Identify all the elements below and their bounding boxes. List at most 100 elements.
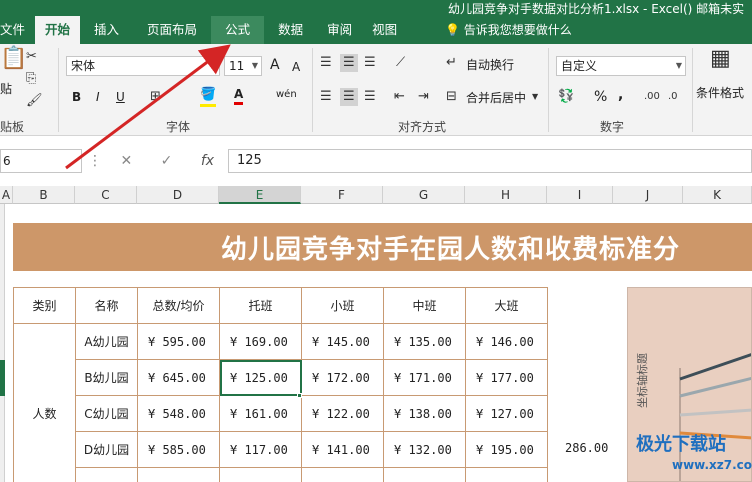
value-cell[interactable] bbox=[301, 467, 384, 482]
chevron-down-icon[interactable]: ▼ bbox=[532, 88, 538, 106]
column-header-c[interactable]: C bbox=[75, 186, 137, 204]
title-banner[interactable]: 幼儿园竞争对手在园人数和收费标准分 bbox=[13, 223, 752, 271]
tab-page-layout[interactable]: 页面布局 bbox=[133, 16, 211, 44]
value-cell[interactable]: ¥ 117.00 bbox=[219, 431, 302, 468]
active-cell[interactable]: ¥ 125.00 bbox=[219, 359, 302, 396]
value-cell[interactable]: ¥ 169.00 bbox=[219, 323, 302, 360]
wrap-text-icon[interactable]: ↵ bbox=[446, 54, 457, 72]
percent-button[interactable]: % bbox=[594, 88, 607, 106]
fill-handle[interactable] bbox=[297, 393, 302, 398]
align-center-icon[interactable]: ☰ bbox=[340, 88, 358, 106]
phonetic-button[interactable]: wén bbox=[276, 86, 297, 104]
merge-center-button[interactable]: 合并后居中 bbox=[466, 89, 526, 107]
name-box[interactable]: 6 bbox=[0, 149, 82, 173]
value-cell[interactable]: ¥ 645.00 bbox=[137, 359, 220, 396]
value-cell[interactable]: ¥ 146.00 bbox=[465, 323, 548, 360]
name-cell[interactable]: A幼儿园 bbox=[75, 323, 138, 360]
paste-label[interactable]: 贴 bbox=[0, 80, 12, 98]
value-cell[interactable] bbox=[137, 467, 220, 482]
column-header-k[interactable]: K bbox=[683, 186, 752, 204]
cell-i-value[interactable]: 286.00 bbox=[565, 441, 608, 455]
bold-button[interactable]: B bbox=[72, 88, 81, 106]
value-cell[interactable] bbox=[383, 467, 466, 482]
column-header-f[interactable]: F bbox=[301, 186, 383, 204]
number-format-select[interactable]: 自定义 ▼ bbox=[556, 56, 686, 76]
italic-button[interactable]: I bbox=[96, 88, 100, 106]
value-cell[interactable]: ¥ 595.00 bbox=[137, 323, 220, 360]
header-cell[interactable]: 中班 bbox=[383, 287, 466, 324]
value-cell[interactable]: ¥ 145.00 bbox=[301, 323, 384, 360]
header-cell[interactable]: 托班 bbox=[219, 287, 302, 324]
cancel-icon[interactable]: ✕ bbox=[120, 153, 132, 169]
column-header-a[interactable]: A bbox=[0, 186, 13, 204]
align-bottom-icon[interactable]: ☰ bbox=[364, 54, 376, 72]
value-cell[interactable]: ¥ 195.00 bbox=[465, 431, 548, 468]
category-cell[interactable]: 人数 bbox=[13, 323, 76, 482]
name-cell[interactable]: B幼儿园 bbox=[75, 359, 138, 396]
name-cell[interactable]: C幼儿园 bbox=[75, 395, 138, 432]
tab-home[interactable]: 开始 bbox=[35, 16, 81, 44]
grow-font-button[interactable]: A bbox=[270, 56, 280, 74]
align-top-icon[interactable]: ☰ bbox=[320, 54, 332, 72]
increase-indent-icon[interactable]: ⇥ bbox=[418, 88, 429, 106]
font-name-select[interactable]: 宋体 ▼ bbox=[66, 56, 220, 76]
column-header-g[interactable]: G bbox=[383, 186, 465, 204]
name-cell[interactable] bbox=[75, 467, 138, 482]
header-cell[interactable]: 类别 bbox=[13, 287, 76, 324]
conditional-format-icon[interactable]: ▦ bbox=[710, 48, 731, 70]
border-icon[interactable]: ⊞ bbox=[150, 88, 161, 106]
underline-button[interactable]: U bbox=[116, 88, 125, 106]
formula-input[interactable]: 125 bbox=[228, 149, 752, 173]
increase-decimal-icon[interactable]: .00 bbox=[644, 88, 660, 106]
format-painter-icon[interactable]: 🖌 bbox=[26, 92, 43, 110]
value-cell[interactable]: ¥ 135.00 bbox=[383, 323, 466, 360]
column-header-e[interactable]: E bbox=[219, 186, 301, 204]
align-right-icon[interactable]: ☰ bbox=[364, 88, 376, 106]
wrap-text-button[interactable]: 自动换行 bbox=[466, 56, 514, 74]
value-cell[interactable]: ¥ 585.00 bbox=[137, 431, 220, 468]
chart-axis-title[interactable]: 坐标轴标题 bbox=[634, 353, 650, 408]
value-cell[interactable]: ¥ 171.00 bbox=[383, 359, 466, 396]
header-cell[interactable]: 大班 bbox=[465, 287, 548, 324]
value-cell[interactable]: ¥ 138.00 bbox=[383, 395, 466, 432]
column-header-d[interactable]: D bbox=[137, 186, 219, 204]
shrink-font-button[interactable]: A bbox=[292, 58, 300, 76]
copy-icon[interactable]: ⎘ bbox=[26, 70, 36, 88]
value-cell[interactable]: ¥ 548.00 bbox=[137, 395, 220, 432]
column-header-i[interactable]: I bbox=[547, 186, 613, 204]
enter-icon[interactable]: ✓ bbox=[161, 153, 173, 169]
value-cell[interactable]: ¥ 127.00 bbox=[465, 395, 548, 432]
value-cell[interactable] bbox=[465, 467, 548, 482]
insert-function-icon[interactable]: fx bbox=[201, 153, 214, 169]
font-color-button[interactable]: A bbox=[234, 86, 244, 105]
column-header-j[interactable]: J bbox=[613, 186, 683, 204]
font-size-select[interactable]: 11 ▼ bbox=[224, 56, 262, 76]
comma-button[interactable]: , bbox=[618, 86, 623, 104]
align-middle-icon[interactable]: ☰ bbox=[340, 54, 358, 72]
header-cell[interactable]: 总数/均价 bbox=[137, 287, 220, 324]
tab-file[interactable]: 文件 bbox=[0, 16, 35, 44]
tab-view[interactable]: 视图 bbox=[362, 16, 407, 44]
align-left-icon[interactable]: ☰ bbox=[320, 88, 332, 106]
value-cell[interactable]: ¥ 177.00 bbox=[465, 359, 548, 396]
value-cell[interactable]: ¥ 172.00 bbox=[301, 359, 384, 396]
header-cell[interactable]: 小班 bbox=[301, 287, 384, 324]
merge-center-icon[interactable]: ⊟ bbox=[446, 88, 457, 106]
tell-me-box[interactable]: 💡 告诉我您想要做什么 bbox=[445, 16, 572, 44]
value-cell[interactable]: ¥ 161.00 bbox=[219, 395, 302, 432]
tab-data[interactable]: 数据 bbox=[264, 16, 317, 44]
paste-icon[interactable]: 📋 bbox=[0, 48, 27, 70]
currency-icon[interactable]: 💱 bbox=[558, 88, 574, 106]
value-cell[interactable]: ¥ 132.00 bbox=[383, 431, 466, 468]
cut-icon[interactable]: ✂ bbox=[26, 48, 37, 66]
value-cell[interactable]: ¥ 122.00 bbox=[301, 395, 384, 432]
column-header-h[interactable]: H bbox=[465, 186, 547, 204]
name-cell[interactable]: D幼儿园 bbox=[75, 431, 138, 468]
column-header-b[interactable]: B bbox=[13, 186, 75, 204]
tab-formulas[interactable]: 公式 bbox=[211, 16, 265, 44]
tab-insert[interactable]: 插入 bbox=[80, 16, 133, 44]
worksheet[interactable]: 幼儿园竞争对手在园人数和收费标准分 类别 名称 总数/均价 托班 小班 中班 大… bbox=[0, 204, 752, 482]
orientation-icon[interactable]: ⟋ bbox=[396, 54, 405, 72]
tab-review[interactable]: 审阅 bbox=[317, 16, 362, 44]
decrease-decimal-icon[interactable]: .0 bbox=[668, 88, 678, 106]
